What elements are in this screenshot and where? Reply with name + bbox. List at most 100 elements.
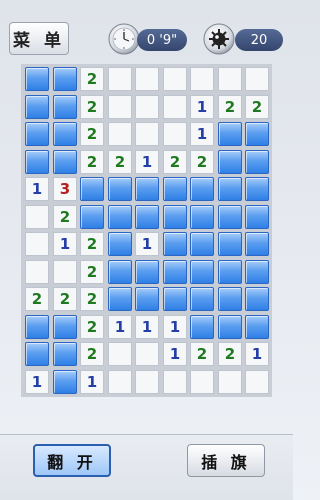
empty-cell[interactable]: [245, 370, 269, 394]
number-cell[interactable]: 2: [190, 342, 214, 366]
number-cell[interactable]: 1: [135, 150, 159, 174]
covered-cell[interactable]: [190, 232, 214, 256]
covered-cell[interactable]: [218, 287, 242, 311]
empty-cell[interactable]: [108, 370, 132, 394]
covered-cell[interactable]: [245, 260, 269, 284]
covered-cell[interactable]: [190, 205, 214, 229]
number-cell[interactable]: 2: [80, 260, 104, 284]
number-cell[interactable]: 2: [108, 150, 132, 174]
minefield-board[interactable]: 221222122122132121222221112122111: [21, 64, 272, 397]
covered-cell[interactable]: [190, 287, 214, 311]
number-cell[interactable]: 2: [53, 287, 77, 311]
number-cell[interactable]: 1: [25, 370, 49, 394]
number-cell[interactable]: 2: [80, 95, 104, 119]
covered-cell[interactable]: [108, 205, 132, 229]
empty-cell[interactable]: [218, 67, 242, 91]
number-cell[interactable]: 2: [80, 287, 104, 311]
covered-cell[interactable]: [25, 315, 49, 339]
number-cell[interactable]: 1: [108, 315, 132, 339]
covered-cell[interactable]: [108, 177, 132, 201]
covered-cell[interactable]: [245, 122, 269, 146]
covered-cell[interactable]: [25, 342, 49, 366]
empty-cell[interactable]: [190, 67, 214, 91]
covered-cell[interactable]: [163, 232, 187, 256]
menu-button[interactable]: 菜 单: [9, 22, 69, 55]
number-cell[interactable]: 2: [80, 150, 104, 174]
number-cell[interactable]: 3: [53, 177, 77, 201]
covered-cell[interactable]: [25, 95, 49, 119]
covered-cell[interactable]: [163, 260, 187, 284]
empty-cell[interactable]: [245, 67, 269, 91]
flag-button[interactable]: 插 旗: [187, 444, 265, 477]
covered-cell[interactable]: [53, 122, 77, 146]
covered-cell[interactable]: [218, 122, 242, 146]
covered-cell[interactable]: [245, 232, 269, 256]
number-cell[interactable]: 2: [163, 150, 187, 174]
empty-cell[interactable]: [218, 370, 242, 394]
number-cell[interactable]: 2: [25, 287, 49, 311]
covered-cell[interactable]: [163, 205, 187, 229]
empty-cell[interactable]: [25, 232, 49, 256]
covered-cell[interactable]: [108, 287, 132, 311]
covered-cell[interactable]: [245, 205, 269, 229]
number-cell[interactable]: 1: [163, 315, 187, 339]
covered-cell[interactable]: [53, 315, 77, 339]
empty-cell[interactable]: [135, 67, 159, 91]
empty-cell[interactable]: [163, 67, 187, 91]
empty-cell[interactable]: [25, 260, 49, 284]
empty-cell[interactable]: [135, 122, 159, 146]
covered-cell[interactable]: [245, 315, 269, 339]
covered-cell[interactable]: [25, 150, 49, 174]
number-cell[interactable]: 2: [80, 232, 104, 256]
number-cell[interactable]: 1: [80, 370, 104, 394]
number-cell[interactable]: 2: [80, 342, 104, 366]
number-cell[interactable]: 2: [80, 315, 104, 339]
number-cell[interactable]: 2: [53, 205, 77, 229]
covered-cell[interactable]: [53, 150, 77, 174]
number-cell[interactable]: 1: [190, 95, 214, 119]
number-cell[interactable]: 1: [135, 315, 159, 339]
number-cell[interactable]: 2: [80, 67, 104, 91]
covered-cell[interactable]: [163, 177, 187, 201]
empty-cell[interactable]: [135, 342, 159, 366]
empty-cell[interactable]: [108, 95, 132, 119]
number-cell[interactable]: 2: [218, 342, 242, 366]
covered-cell[interactable]: [135, 287, 159, 311]
empty-cell[interactable]: [190, 370, 214, 394]
empty-cell[interactable]: [108, 342, 132, 366]
covered-cell[interactable]: [190, 315, 214, 339]
empty-cell[interactable]: [135, 95, 159, 119]
number-cell[interactable]: 1: [135, 232, 159, 256]
number-cell[interactable]: 1: [190, 122, 214, 146]
covered-cell[interactable]: [53, 342, 77, 366]
empty-cell[interactable]: [163, 95, 187, 119]
covered-cell[interactable]: [190, 260, 214, 284]
number-cell[interactable]: 2: [190, 150, 214, 174]
number-cell[interactable]: 1: [245, 342, 269, 366]
covered-cell[interactable]: [218, 205, 242, 229]
empty-cell[interactable]: [53, 260, 77, 284]
empty-cell[interactable]: [108, 67, 132, 91]
covered-cell[interactable]: [218, 260, 242, 284]
covered-cell[interactable]: [25, 67, 49, 91]
covered-cell[interactable]: [245, 287, 269, 311]
covered-cell[interactable]: [245, 150, 269, 174]
covered-cell[interactable]: [53, 95, 77, 119]
covered-cell[interactable]: [53, 370, 77, 394]
covered-cell[interactable]: [53, 67, 77, 91]
covered-cell[interactable]: [218, 150, 242, 174]
covered-cell[interactable]: [108, 260, 132, 284]
covered-cell[interactable]: [25, 122, 49, 146]
covered-cell[interactable]: [218, 177, 242, 201]
number-cell[interactable]: 2: [218, 95, 242, 119]
number-cell[interactable]: 2: [80, 122, 104, 146]
empty-cell[interactable]: [163, 370, 187, 394]
covered-cell[interactable]: [135, 177, 159, 201]
number-cell[interactable]: 2: [245, 95, 269, 119]
covered-cell[interactable]: [80, 205, 104, 229]
empty-cell[interactable]: [135, 370, 159, 394]
reveal-button[interactable]: 翻 开: [33, 444, 111, 477]
empty-cell[interactable]: [25, 205, 49, 229]
number-cell[interactable]: 1: [53, 232, 77, 256]
covered-cell[interactable]: [218, 232, 242, 256]
